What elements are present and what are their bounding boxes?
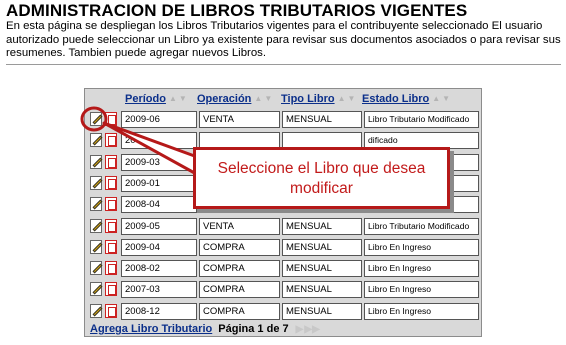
highlight-circle [80,106,108,132]
callout-box: Seleccione el Libro que desea modificar [193,147,450,209]
callout-arrow [102,121,202,178]
callout-text-line2: modificar [290,180,353,197]
callout-text-line1: Seleccione el Libro que desea [217,160,426,177]
